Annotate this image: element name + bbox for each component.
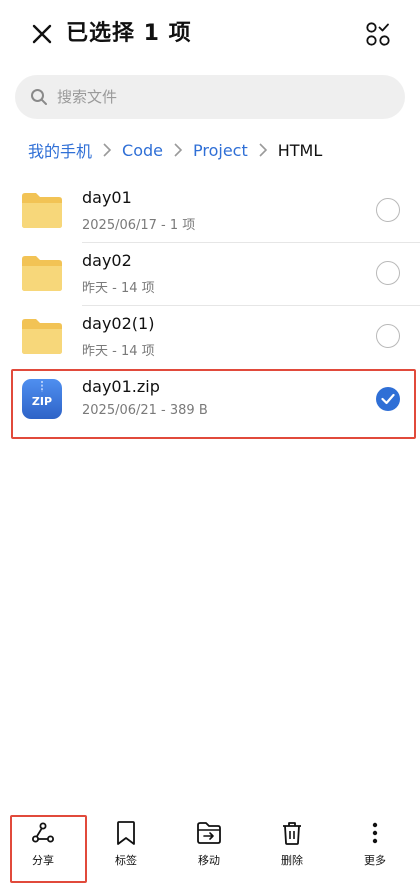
file-row[interactable]: ZIP day01.zip 2025/06/21 - 389 B — [0, 369, 420, 439]
svg-text:ZIP: ZIP — [32, 395, 52, 408]
more-button[interactable]: 更多 — [339, 820, 411, 876]
file-meta: 昨天 - 14 项 — [82, 344, 155, 359]
folder-icon — [22, 319, 62, 354]
delete-button[interactable]: 删除 — [256, 820, 328, 876]
zip-file-icon: ZIP — [22, 379, 62, 419]
move-folder-icon — [196, 820, 222, 846]
tag-button[interactable]: 标签 — [90, 820, 162, 876]
select-checkbox-checked[interactable] — [376, 387, 400, 411]
top-bar: 已选择 1 项 — [0, 0, 420, 70]
file-name: day01.zip — [82, 377, 160, 396]
search-input[interactable] — [55, 87, 389, 107]
share-button[interactable]: 分享 — [7, 820, 79, 876]
chevron-right-icon — [167, 142, 189, 158]
folder-icon — [22, 256, 62, 291]
page-title: 已选择 1 项 — [66, 21, 192, 46]
close-button[interactable] — [28, 20, 56, 48]
chevron-right-icon — [96, 142, 118, 158]
move-label: 移动 — [198, 854, 220, 867]
file-meta: 昨天 - 14 项 — [82, 281, 155, 296]
checkmark-icon — [381, 393, 395, 405]
trash-icon — [279, 820, 305, 846]
more-label: 更多 — [364, 854, 386, 867]
file-row[interactable]: day02(1) 昨天 - 14 项 — [0, 306, 420, 368]
select-checkbox[interactable] — [376, 261, 400, 285]
tag-label: 标签 — [115, 854, 137, 867]
breadcrumb: 我的手机 Code Project HTML — [28, 138, 322, 162]
file-name: day01 — [82, 188, 132, 207]
select-checkbox[interactable] — [376, 198, 400, 222]
folder-icon — [22, 193, 62, 228]
delete-label: 删除 — [281, 854, 303, 867]
file-name: day02(1) — [82, 314, 155, 333]
search-bar — [15, 75, 405, 119]
breadcrumb-item-project[interactable]: Project — [193, 141, 248, 160]
move-button[interactable]: 移动 — [173, 820, 245, 876]
search-icon — [31, 89, 47, 105]
select-all-icon — [366, 22, 390, 46]
file-row[interactable]: day02 昨天 - 14 项 — [0, 243, 420, 305]
select-all-button[interactable] — [362, 18, 394, 50]
file-meta: 2025/06/21 - 389 B — [82, 403, 208, 418]
chevron-right-icon — [252, 142, 274, 158]
file-manager-screen: 已选择 1 项 我的手机 Code Project — [0, 0, 420, 886]
file-name: day02 — [82, 251, 132, 270]
more-vertical-icon — [362, 820, 388, 846]
breadcrumb-item-html: HTML — [277, 140, 323, 160]
file-row[interactable]: day01 2025/06/17 - 1 项 — [0, 180, 420, 242]
breadcrumb-item-my-phone[interactable]: 我的手机 — [28, 138, 92, 162]
share-icon — [30, 820, 56, 846]
file-meta: 2025/06/17 - 1 项 — [82, 218, 196, 233]
share-label: 分享 — [32, 854, 54, 867]
select-checkbox[interactable] — [376, 324, 400, 348]
breadcrumb-item-code[interactable]: Code — [122, 141, 163, 160]
close-icon — [32, 24, 52, 44]
bookmark-icon — [113, 820, 139, 846]
